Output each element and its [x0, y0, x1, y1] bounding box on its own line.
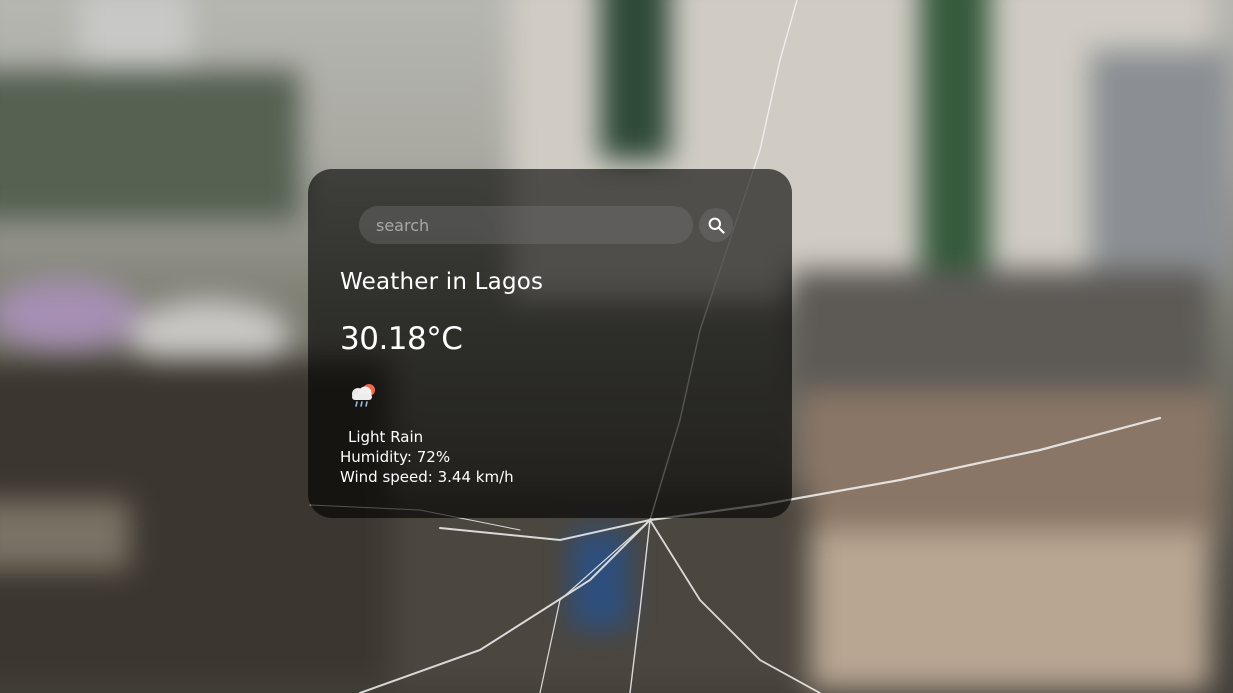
weather-icon [348, 382, 378, 408]
city-title: Weather in Lagos [340, 269, 544, 295]
temperature: 30.18°C [340, 321, 463, 357]
rain-cloud-sun-icon [352, 384, 375, 407]
search-icon [708, 217, 725, 234]
search-input[interactable] [359, 206, 693, 244]
weather-description: Light Rain [348, 428, 424, 446]
search-button[interactable] [699, 208, 733, 242]
weather-card: Weather in Lagos 30.18°C Light Rain Humi… [308, 169, 792, 518]
humidity-text: Humidity: 72% [340, 448, 451, 466]
weather-details: Light Rain Humidity: 72% Wind speed: 3.4… [340, 427, 514, 487]
wind-speed-text: Wind speed: 3.44 km/h [340, 468, 514, 486]
search-bar [359, 206, 733, 244]
